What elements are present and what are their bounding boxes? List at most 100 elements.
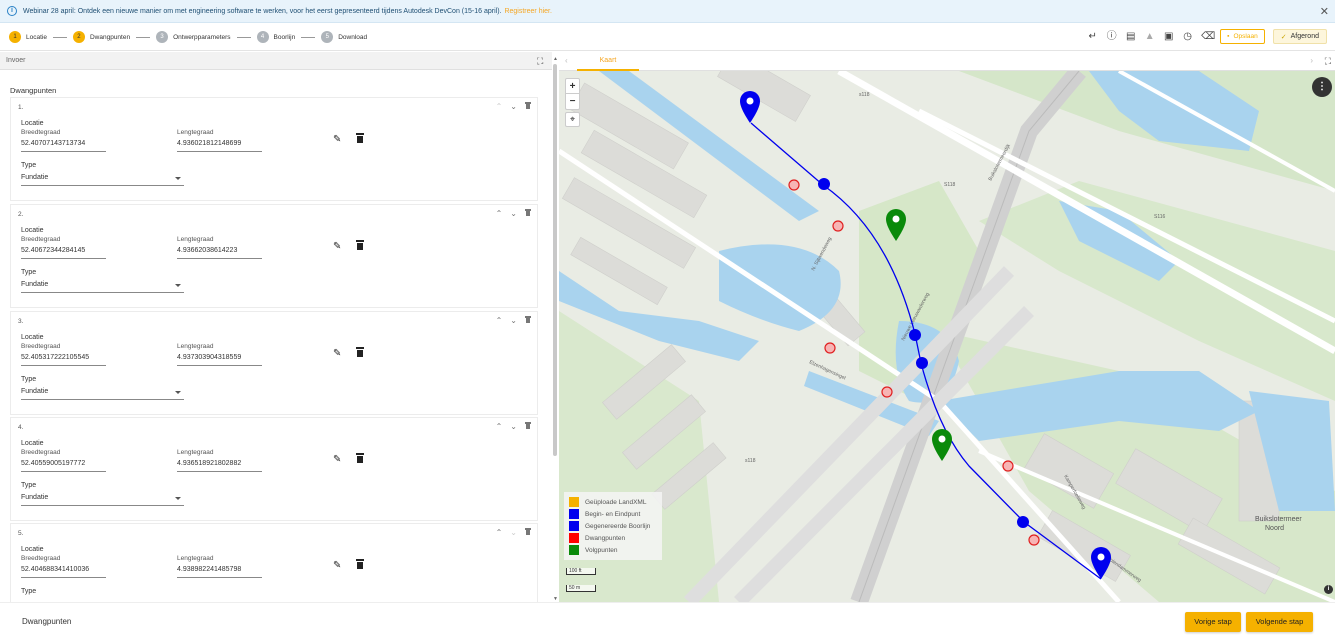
location-label: Locatie: [21, 120, 44, 127]
type-select[interactable]: Fundatie: [21, 494, 184, 506]
constraint-point: [881, 386, 893, 398]
chevron-down-icon[interactable]: ⌄: [510, 316, 517, 325]
map-tab-bar: ‹ Kaart › ⛶: [559, 52, 1335, 71]
next-step-button[interactable]: Volgende stap: [1246, 612, 1313, 632]
road-label: S116: [1154, 214, 1166, 220]
latitude-label: Breedtegraad: [21, 343, 61, 350]
card-index: 2.: [18, 211, 24, 218]
map-canvas[interactable]: s118 S118 S116 Nieuwe Leeuwarderweg Buik…: [559, 71, 1335, 602]
warning-icon[interactable]: ▲: [1144, 31, 1155, 42]
delete-icon[interactable]: [356, 453, 364, 463]
card-controls: ⌃ ⌄: [496, 209, 531, 218]
card-index: 5.: [18, 530, 24, 537]
locate-icon[interactable]: ⌖: [565, 112, 580, 127]
banner-register-link[interactable]: Registreer hier.: [504, 8, 551, 15]
chevron-up-icon[interactable]: ⌃: [496, 422, 503, 431]
delete-card-icon[interactable]: [525, 422, 531, 429]
legend-item: Volgpunten: [569, 544, 657, 556]
type-label: Type: [21, 376, 37, 383]
chevron-down-icon[interactable]: ⌄: [510, 528, 517, 537]
finished-label: Afgerond: [1290, 33, 1319, 40]
delete-icon[interactable]: [356, 240, 364, 250]
chevron-up-icon[interactable]: ⌃: [496, 316, 503, 325]
route-point: [1017, 516, 1029, 528]
delete-card-icon[interactable]: [525, 316, 531, 323]
pencil-icon[interactable]: ✎: [333, 348, 341, 359]
fullscreen-icon[interactable]: ⛶: [537, 56, 543, 67]
delete-card-icon[interactable]: [525, 528, 531, 535]
step-download[interactable]: 5 Download: [321, 31, 367, 43]
longitude-field[interactable]: 4.936518921802882: [177, 460, 262, 472]
longitude-field[interactable]: 4.936021812148699: [177, 140, 262, 152]
constraint-point: [1028, 534, 1040, 546]
step-connector: [301, 36, 316, 38]
chevron-down-icon[interactable]: ⌄: [510, 102, 517, 111]
chevron-up-icon[interactable]: ⌃: [496, 528, 503, 537]
backspace-icon[interactable]: ⌫: [1201, 31, 1215, 42]
attribution-info-icon[interactable]: i: [1324, 585, 1333, 594]
longitude-field[interactable]: 4.93662038614223: [177, 247, 262, 259]
delete-icon[interactable]: [356, 347, 364, 357]
chevron-right-icon[interactable]: ›: [1310, 56, 1313, 65]
pencil-icon[interactable]: ✎: [333, 454, 341, 465]
latitude-field[interactable]: 52.404688341410036: [21, 566, 106, 578]
type-label: Type: [21, 588, 37, 595]
more-options-icon[interactable]: ⋮: [1312, 77, 1332, 97]
scale-bar-feet: 100 ft: [566, 568, 596, 575]
save-icon: ▪: [1227, 33, 1230, 40]
input-panel: Dwangpunten 1. ⌃ ⌄ Locatie Breedtegraad …: [0, 71, 552, 602]
step-design-parameters[interactable]: 3 Ontwerpparameters: [156, 31, 256, 43]
step-drill-line[interactable]: 4 Boorlijn: [256, 31, 322, 43]
latitude-field[interactable]: 52.405317222105545: [21, 354, 106, 366]
delete-icon[interactable]: [356, 559, 364, 569]
save-button[interactable]: ▪ Opslaan: [1220, 29, 1265, 44]
delete-icon[interactable]: [356, 133, 364, 143]
longitude-field[interactable]: 4.938982241485798: [177, 566, 262, 578]
step-constraints[interactable]: 2 Dwangpunten: [72, 31, 156, 43]
scroll-up-icon[interactable]: ▲: [553, 56, 558, 62]
input-panel-scrollbar[interactable]: ▲ ▼: [553, 56, 558, 602]
info-circle-icon[interactable]: ⓘ: [1106, 31, 1117, 42]
delete-card-icon[interactable]: [525, 102, 531, 109]
map-view[interactable]: s118 S118 S116 Nieuwe Leeuwarderweg Buik…: [559, 71, 1335, 602]
longitude-field[interactable]: 4.937303904318559: [177, 354, 262, 366]
finished-button[interactable]: ✓ Afgerond: [1272, 29, 1327, 44]
chevron-up-icon[interactable]: ⌃: [496, 209, 503, 218]
fullscreen-icon[interactable]: ⛶: [1325, 56, 1331, 67]
scrollbar-thumb[interactable]: [553, 64, 557, 456]
pencil-icon[interactable]: ✎: [333, 241, 341, 252]
chevron-left-icon[interactable]: ‹: [565, 56, 568, 65]
delete-card-icon[interactable]: [525, 209, 531, 216]
pencil-icon[interactable]: ✎: [333, 134, 341, 145]
input-panel-header: Invoer: [0, 52, 552, 70]
type-value: Fundatie: [21, 388, 49, 395]
latitude-field[interactable]: 52.40559005197772: [21, 460, 106, 472]
constraint-point: [824, 342, 836, 354]
close-icon[interactable]: ✕: [1320, 5, 1329, 18]
undo-icon[interactable]: ↵: [1087, 31, 1098, 42]
chevron-down-icon[interactable]: ⌄: [510, 422, 517, 431]
chevron-down-icon[interactable]: ⌄: [510, 209, 517, 218]
footer-bar: Dwangpunten Vorige stap Volgende stap: [0, 602, 1335, 636]
storage-icon[interactable]: ▣: [1163, 31, 1174, 42]
clipboard-icon[interactable]: ▤: [1125, 31, 1136, 42]
type-select[interactable]: Fundatie: [21, 174, 184, 186]
top-toolbar: ↵ ⓘ ▤ ▲ ▣ ◷ ⌫ ▪ Opslaan ✓ Afgerond: [1087, 29, 1327, 44]
route-point: [916, 357, 928, 369]
zoom-out-button[interactable]: −: [566, 94, 579, 109]
legend-label: Volgpunten: [585, 546, 618, 554]
history-icon[interactable]: ◷: [1182, 31, 1193, 42]
type-select[interactable]: Fundatie: [21, 388, 184, 400]
chevron-up-icon[interactable]: ⌃: [496, 102, 503, 111]
latitude-field[interactable]: 52.40707143713734: [21, 140, 106, 152]
location-label: Locatie: [21, 227, 44, 234]
pencil-icon[interactable]: ✎: [333, 560, 341, 571]
latitude-label: Breedtegraad: [21, 449, 61, 456]
type-select[interactable]: Fundatie: [21, 281, 184, 293]
tab-map[interactable]: Kaart: [577, 52, 639, 71]
step-location[interactable]: 1 Locatie: [9, 31, 73, 43]
latitude-field[interactable]: 52.40672344284145: [21, 247, 106, 259]
type-value: Fundatie: [21, 494, 49, 501]
previous-step-button[interactable]: Vorige stap: [1185, 612, 1241, 632]
zoom-in-button[interactable]: +: [566, 79, 579, 94]
